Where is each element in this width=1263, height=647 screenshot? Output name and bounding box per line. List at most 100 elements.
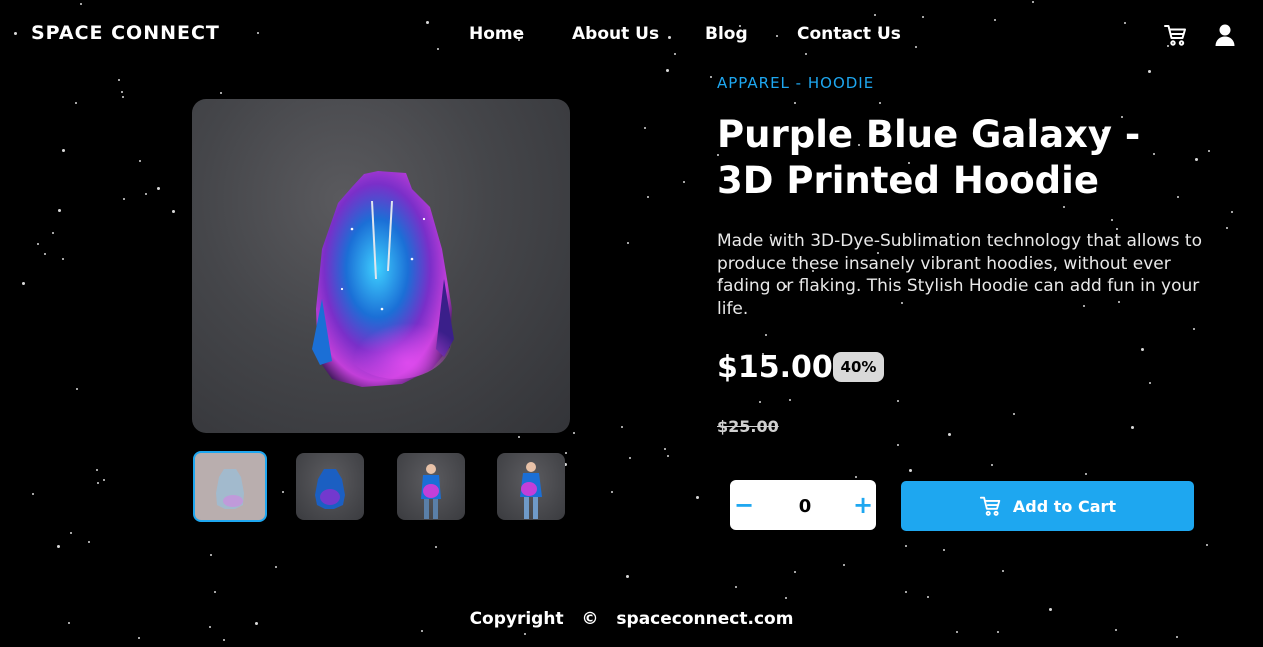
star	[1131, 426, 1134, 429]
star	[667, 455, 669, 457]
star	[626, 575, 629, 578]
star	[1063, 206, 1065, 208]
star	[647, 196, 649, 198]
product-description: Made with 3D-Dye-Sublimation technology …	[717, 231, 1202, 319]
nav-blog[interactable]: Blog	[705, 24, 748, 44]
star	[915, 46, 917, 48]
star	[994, 19, 996, 21]
thumbnail-model-front[interactable]	[397, 453, 465, 520]
star	[785, 597, 787, 599]
star	[997, 631, 999, 633]
star	[223, 639, 225, 641]
star	[874, 14, 876, 16]
star	[210, 554, 212, 556]
star	[1032, 1, 1034, 3]
star	[118, 79, 120, 81]
star	[58, 209, 61, 212]
star	[927, 596, 929, 598]
star	[897, 400, 899, 402]
star	[943, 549, 945, 551]
star	[843, 564, 845, 566]
star	[157, 187, 160, 190]
star	[1111, 219, 1113, 221]
star	[565, 452, 567, 454]
user-icon[interactable]	[1212, 22, 1238, 48]
quantity-increase-button[interactable]: +	[849, 488, 877, 522]
star	[805, 53, 807, 55]
star	[696, 496, 699, 499]
star	[1231, 211, 1233, 213]
star	[794, 102, 796, 104]
star	[879, 102, 881, 104]
star	[735, 586, 737, 588]
star	[97, 482, 99, 484]
star	[44, 253, 46, 255]
star	[666, 69, 669, 72]
star	[122, 96, 124, 98]
star	[138, 637, 140, 639]
footer-site-link[interactable]: spaceconnect.com	[616, 609, 793, 629]
star	[683, 181, 685, 183]
product-price: $15.00	[717, 350, 833, 385]
star	[1013, 413, 1015, 415]
thumbnail-hoodie-front[interactable]	[193, 451, 267, 522]
star	[922, 16, 924, 18]
star	[421, 630, 423, 632]
star	[282, 491, 284, 493]
star	[668, 36, 671, 39]
cart-icon	[979, 496, 1001, 516]
brand-logo[interactable]: SPACE CONNECT	[31, 22, 220, 44]
star	[62, 258, 64, 260]
star	[1148, 70, 1151, 73]
star	[1206, 544, 1208, 546]
star	[1149, 382, 1151, 384]
star	[629, 457, 631, 459]
quantity-input[interactable]	[780, 491, 830, 521]
star	[794, 571, 796, 573]
thumbnail-hoodie-back[interactable]	[296, 453, 364, 520]
product-category[interactable]: APPAREL - HOODIE	[717, 74, 874, 92]
quantity-decrease-button[interactable]: −	[730, 488, 758, 522]
star	[88, 541, 90, 543]
star	[897, 444, 899, 446]
star	[909, 469, 912, 472]
star	[1002, 570, 1004, 572]
discount-badge: 40%	[833, 352, 884, 382]
star	[103, 479, 105, 481]
star	[275, 566, 277, 568]
star	[627, 242, 629, 244]
star	[62, 149, 65, 152]
star	[621, 426, 623, 428]
star	[14, 32, 17, 35]
nav-about-us[interactable]: About Us	[572, 24, 659, 44]
star	[905, 591, 907, 593]
star	[664, 448, 666, 450]
product-title: Purple Blue Galaxy - 3D Printed Hoodie	[717, 113, 1141, 202]
star	[435, 546, 437, 548]
star	[710, 76, 712, 78]
nav-contact-us[interactable]: Contact Us	[797, 24, 901, 44]
star	[70, 532, 72, 534]
footer: Copyright © spaceconnect.com	[0, 609, 1263, 629]
cart-icon[interactable]	[1163, 22, 1189, 48]
star	[437, 48, 439, 50]
star	[759, 401, 761, 403]
nav-home[interactable]: Home	[469, 24, 524, 44]
quantity-stepper: − +	[730, 480, 876, 530]
star	[426, 21, 429, 24]
star	[674, 53, 676, 55]
star	[80, 3, 82, 5]
thumbnail-model-side[interactable]	[497, 453, 565, 520]
star	[1195, 158, 1198, 161]
star	[1141, 348, 1144, 351]
product-main-image	[192, 99, 570, 433]
star	[37, 243, 39, 245]
star	[991, 464, 993, 466]
star	[789, 399, 791, 401]
starfield-background	[0, 0, 1263, 647]
star	[956, 631, 958, 633]
copyright-text: Copyright	[469, 609, 564, 629]
star	[518, 436, 520, 438]
add-to-cart-button[interactable]: Add to Cart	[901, 481, 1194, 531]
copyright-symbol: ©	[581, 609, 599, 629]
